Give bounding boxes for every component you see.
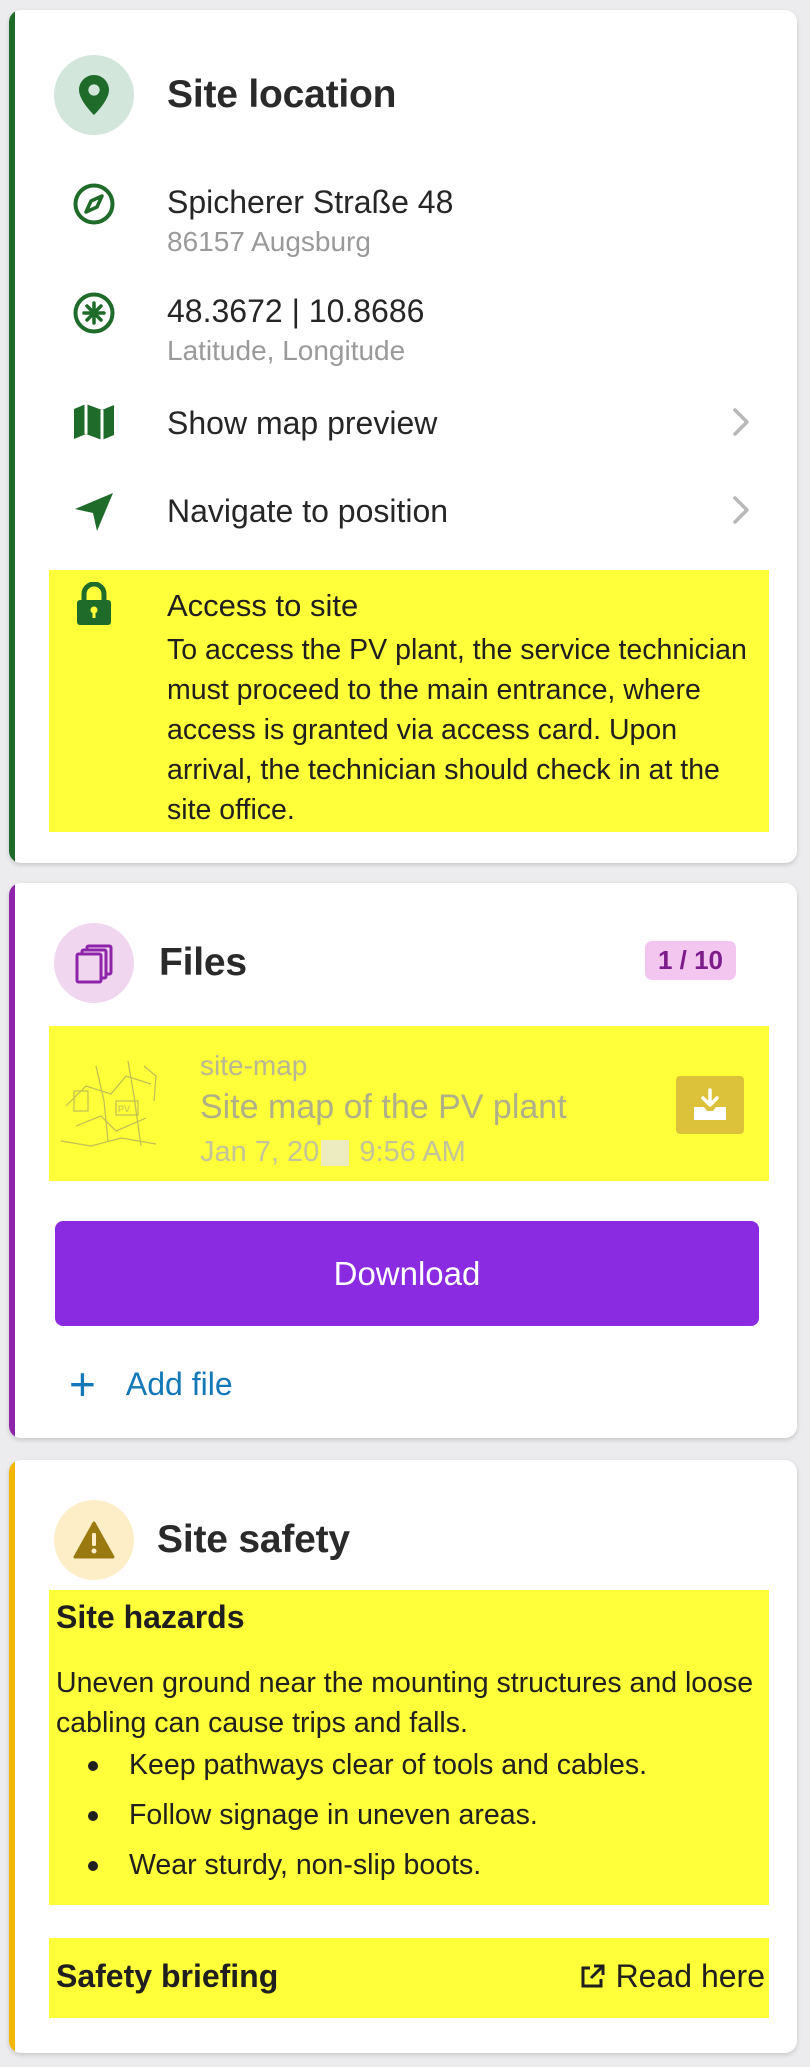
read-here-label: Read here [615, 1958, 765, 1994]
lock-icon [54, 582, 134, 626]
safety-title: Site safety [157, 1518, 350, 1561]
file-date-time: 9:56 AM [359, 1136, 466, 1168]
site-location-header: Site location [54, 55, 752, 135]
file-list-item[interactable]: PV site-map Site map of the PV plant Jan… [49, 1026, 769, 1181]
coordinates-value: 48.3672 | 10.8686 [167, 293, 425, 329]
chevron-right-icon [733, 496, 749, 524]
address-city: 86157 Augsburg [167, 226, 371, 257]
navigate-row[interactable]: Navigate to position [54, 491, 760, 533]
redacted-year [321, 1140, 350, 1167]
list-item: Wear sturdy, non-slip boots. [87, 1840, 647, 1890]
site-location-card: Site location Spicherer Straße 48 86157 … [9, 10, 797, 863]
coordinates-label: Latitude, Longitude [167, 335, 406, 366]
card-accent-bar [9, 883, 15, 1438]
add-file-button[interactable]: + Add file [69, 1361, 233, 1407]
page-title: Site location [167, 73, 397, 116]
file-download-icon[interactable] [676, 1076, 744, 1134]
add-file-label: Add file [125, 1365, 233, 1402]
warning-icon [54, 1500, 134, 1580]
site-safety-card: Site safety Site hazards Uneven ground n… [9, 1460, 797, 2053]
files-title: Files [159, 941, 247, 984]
file-kind: site-map [200, 1050, 308, 1081]
map-preview-label: Show map preview [167, 405, 438, 441]
download-button[interactable]: Download [55, 1221, 759, 1326]
coordinates-row: 48.3672 | 10.8686 Latitude, Longitude [54, 291, 760, 369]
safety-header: Site safety [54, 1500, 752, 1580]
list-item: Follow signage in uneven areas. [87, 1790, 647, 1840]
compass-icon [54, 182, 134, 226]
hazards-description: Uneven ground near the mounting structur… [56, 1667, 754, 1739]
files-card: Files 1 / 10 PV site-map Site map of the… [9, 883, 797, 1438]
access-title: Access to site [167, 588, 359, 623]
card-accent-bar [9, 1460, 15, 2053]
hazards-title: Site hazards [56, 1599, 245, 1635]
map-icon [54, 403, 134, 441]
chevron-right-icon [733, 408, 749, 436]
file-date: Jan 7, 20 9:56 AM [200, 1136, 466, 1169]
svg-text:PV: PV [118, 1104, 130, 1114]
access-description: To access the PV plant, the service tech… [167, 634, 747, 826]
file-date-prefix: Jan 7, 20 [200, 1136, 320, 1168]
hazards-list: Keep pathways clear of tools and cables.… [87, 1740, 647, 1890]
files-icon [54, 923, 134, 1003]
map-pin-icon [54, 55, 134, 135]
card-accent-bar [9, 10, 15, 863]
file-count-badge: 1 / 10 [644, 941, 736, 980]
address-row: Spicherer Straße 48 86157 Augsburg [54, 182, 760, 260]
safety-briefing-section: Safety briefing Read here [49, 1938, 769, 2018]
file-name: Site map of the PV plant [200, 1088, 567, 1126]
file-thumbnail: PV [56, 1046, 168, 1158]
navigate-label: Navigate to position [167, 493, 449, 529]
briefing-title: Safety briefing [56, 1958, 279, 1994]
address-street: Spicherer Straße 48 [167, 184, 454, 220]
site-hazards-section: Site hazards Uneven ground near the moun… [49, 1590, 769, 1905]
plus-icon: + [69, 1358, 96, 1410]
list-item: Keep pathways clear of tools and cables. [87, 1740, 647, 1790]
read-here-link[interactable]: Read here [578, 1958, 765, 1995]
crosshair-icon [54, 291, 134, 335]
navigation-arrow-icon [54, 491, 134, 533]
access-info: Access to site To access the PV plant, t… [49, 570, 769, 832]
map-preview-row[interactable]: Show map preview [54, 403, 760, 443]
external-link-icon [581, 1964, 605, 1987]
